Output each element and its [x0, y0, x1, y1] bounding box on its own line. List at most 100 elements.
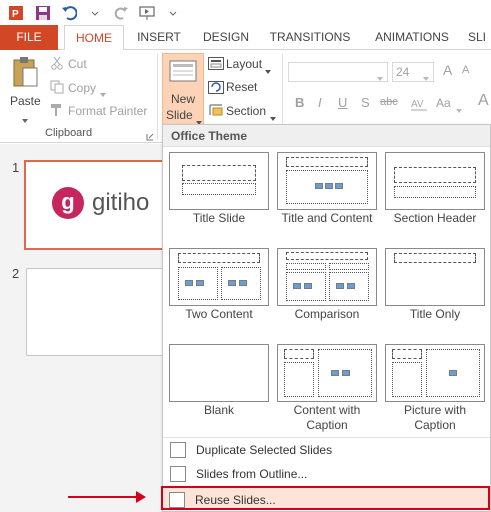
layout-section-header[interactable]: [385, 152, 485, 210]
section-button[interactable]: Section: [226, 104, 266, 118]
section-icon: [208, 103, 224, 120]
content-icon: [335, 183, 343, 189]
reuse-slides-item[interactable]: Reuse Slides...: [161, 486, 490, 510]
content-icon: [185, 280, 193, 286]
italic-button[interactable]: I: [318, 95, 322, 110]
content-icon: [304, 283, 312, 289]
layout-title-and-content[interactable]: [277, 152, 377, 210]
slideshow-start-icon[interactable]: [136, 3, 158, 23]
new-slide-button[interactable]: New Slide: [162, 53, 204, 125]
title-placeholder: [392, 349, 422, 359]
copy-dropdown-icon: [100, 86, 106, 100]
layout-title-slide[interactable]: [169, 152, 269, 210]
customize-toolbar-icon[interactable]: [162, 3, 184, 23]
tab-home[interactable]: HOME: [64, 25, 124, 51]
heading-placeholder-left: [286, 263, 326, 270]
strikethrough-button[interactable]: abc: [380, 96, 398, 108]
title-placeholder: [284, 349, 314, 359]
format-painter-button[interactable]: Format Painter: [68, 104, 147, 118]
undo-icon[interactable]: [58, 3, 80, 23]
tab-transitions[interactable]: TRANSITIONS: [264, 25, 356, 50]
character-spacing-icon[interactable]: AV: [410, 97, 428, 114]
outline-icon: [170, 466, 186, 482]
shadow-button[interactable]: S: [361, 95, 370, 110]
tab-animations[interactable]: ANIMATIONS: [366, 25, 458, 50]
cut-button[interactable]: Cut: [68, 57, 87, 71]
layout-label-blank: Blank: [203, 403, 235, 417]
layout-label-picture-with-caption-1: Picture with: [403, 403, 467, 417]
undo-dropdown-icon[interactable]: [84, 3, 106, 23]
content-placeholder-right: [329, 272, 369, 301]
reset-button[interactable]: Reset: [226, 80, 257, 94]
font-color-button[interactable]: A: [478, 92, 489, 110]
new-slide-icon: [169, 60, 197, 87]
layout-content-with-caption[interactable]: [277, 344, 377, 402]
layout-two-content[interactable]: [169, 248, 269, 306]
slide-thumbnail-2[interactable]: [26, 268, 174, 356]
layout-icon: [208, 57, 224, 73]
ribbon-separator: [157, 54, 158, 140]
paste-button[interactable]: Paste: [6, 54, 44, 124]
font-size-select[interactable]: 24: [392, 62, 434, 82]
layout-blank[interactable]: [169, 344, 269, 402]
paste-dropdown-icon: [22, 112, 28, 126]
change-case-button[interactable]: Aa: [436, 96, 451, 110]
reuse-slides-icon: [169, 492, 185, 508]
subtitle-placeholder: [182, 183, 256, 195]
content-icon: [196, 280, 204, 286]
tab-slideshow[interactable]: SLI: [468, 25, 491, 50]
gitiho-logo-text: gitiho: [92, 189, 150, 216]
content-placeholder-right: [221, 267, 261, 300]
title-placeholder: [394, 167, 476, 183]
slides-from-outline-label: Slides from Outline...: [196, 467, 308, 481]
font-name-dropdown-icon: [377, 70, 383, 84]
underline-button[interactable]: U: [338, 95, 347, 110]
heading-placeholder-right: [329, 263, 369, 270]
title-placeholder: [178, 253, 260, 263]
clipboard-launcher-icon[interactable]: [146, 130, 154, 144]
bold-button[interactable]: B: [295, 95, 304, 110]
layout-button[interactable]: Layout: [226, 57, 262, 71]
svg-text:AV: AV: [411, 99, 424, 110]
quick-access-toolbar: P: [0, 0, 491, 25]
layout-label-section-header: Section Header: [393, 211, 477, 225]
duplicate-selected-slides-label: Duplicate Selected Slides: [196, 443, 333, 457]
layout-label-title-only: Title Only: [409, 307, 461, 321]
gitiho-logo-icon: g: [52, 187, 84, 219]
save-icon[interactable]: [32, 3, 54, 23]
duplicate-slides-icon: [170, 442, 186, 458]
content-placeholder: [286, 170, 368, 204]
tab-insert[interactable]: INSERT: [128, 25, 190, 50]
layout-comparison[interactable]: [277, 248, 377, 306]
content-icon: [239, 280, 247, 286]
layout-picture-with-caption[interactable]: [385, 344, 485, 402]
caption-placeholder: [284, 362, 314, 397]
tab-file[interactable]: FILE: [0, 25, 58, 50]
new-slide-label-line2: Slide: [166, 108, 193, 122]
change-case-dropdown-icon: [456, 102, 462, 116]
increase-font-button[interactable]: A: [443, 62, 452, 78]
slides-from-outline-item[interactable]: Slides from Outline...: [164, 462, 489, 486]
paste-label: Paste: [10, 94, 41, 108]
copy-button[interactable]: Copy: [68, 81, 96, 95]
decrease-font-button[interactable]: A: [462, 64, 469, 76]
new-slide-dropdown: Office Theme Title Slide Title and Conte…: [161, 124, 491, 512]
powerpoint-logo-icon: P: [6, 3, 28, 23]
layout-label-title-and-content: Title and Content: [281, 211, 373, 225]
slide-number-2: 2: [12, 266, 20, 281]
content-icon: [331, 370, 339, 376]
layout-label-two-content: Two Content: [185, 307, 253, 321]
layout-title-only[interactable]: [385, 248, 485, 306]
copy-icon: [50, 80, 64, 97]
duplicate-selected-slides-item[interactable]: Duplicate Selected Slides: [164, 438, 489, 462]
text-placeholder: [394, 186, 476, 198]
title-placeholder: [286, 157, 368, 167]
redo-icon[interactable]: [110, 3, 132, 23]
new-slide-label-line1: New: [171, 92, 196, 106]
ribbon-tabs: FILE HOME INSERT DESIGN TRANSITIONS ANIM…: [0, 25, 491, 51]
tab-design[interactable]: DESIGN: [196, 25, 256, 50]
annotation-arrow: [68, 491, 146, 503]
font-name-select[interactable]: [288, 62, 388, 82]
title-placeholder: [394, 253, 476, 263]
cut-icon: [50, 56, 64, 73]
